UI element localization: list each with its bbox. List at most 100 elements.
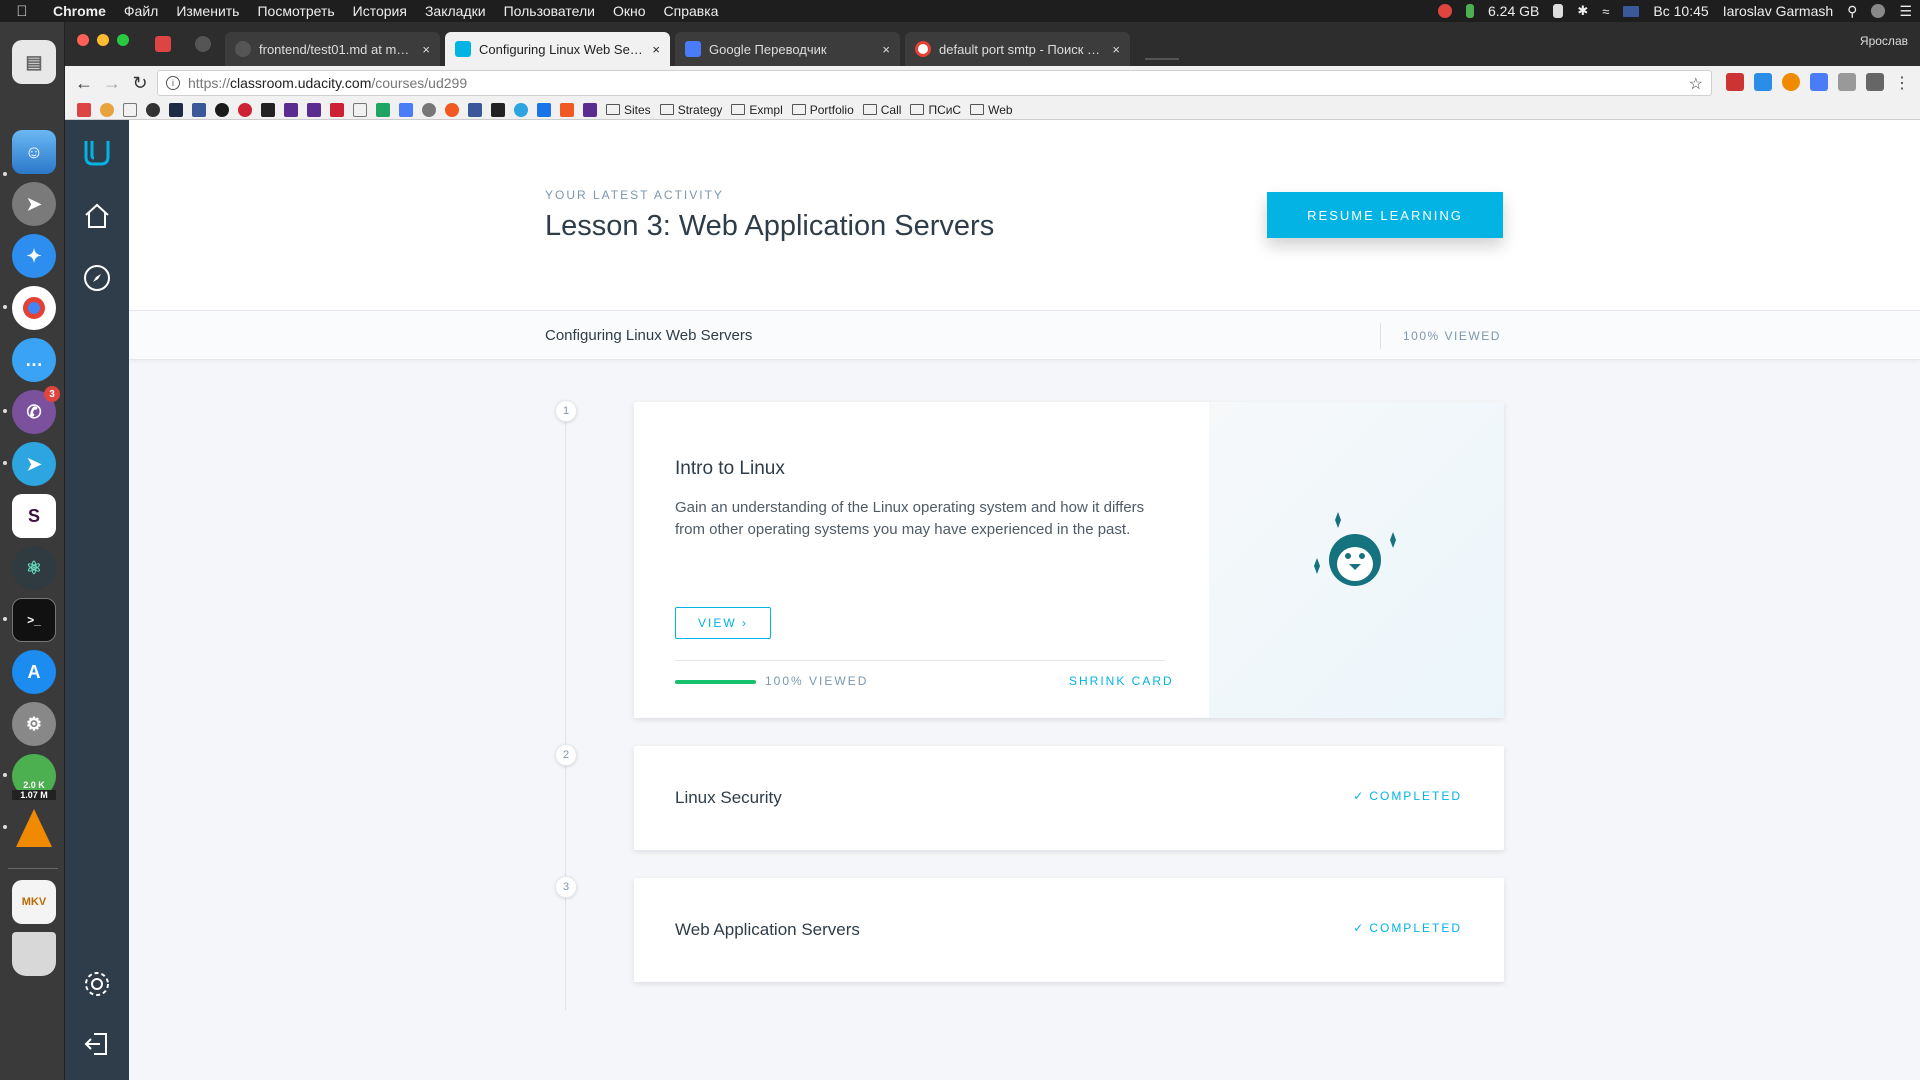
forward-arrow-icon[interactable]: → — [97, 68, 127, 98]
bookmark-icon[interactable] — [307, 102, 321, 117]
tab-google-translate[interactable]: Google Переводчик × — [675, 32, 900, 66]
google-drive-icon[interactable] — [376, 102, 390, 117]
translate-extension-icon[interactable] — [1810, 73, 1828, 91]
close-tab-icon[interactable]: × — [882, 42, 890, 57]
udacity-logo-icon[interactable] — [65, 120, 129, 184]
lesson-card[interactable]: Web Application Servers ✓ COMPLETED — [634, 878, 1504, 982]
menu-file[interactable]: Файл — [115, 3, 167, 19]
bookmark-icon[interactable] — [560, 102, 574, 117]
close-window-button[interactable] — [77, 34, 89, 46]
bookmark-folder-psis[interactable]: ПСиС — [910, 103, 961, 117]
bookmark-icon[interactable] — [261, 102, 275, 117]
minimize-window-button[interactable] — [97, 34, 109, 46]
bookmark-folder-strategy[interactable]: Strategy — [659, 103, 722, 117]
bookmark-folder-sites[interactable]: Sites — [606, 103, 651, 117]
wifi-icon[interactable]: ≈ — [1602, 4, 1609, 19]
github-pinned-tab-icon[interactable] — [195, 36, 211, 52]
site-info-icon[interactable]: i — [166, 76, 180, 90]
reload-icon[interactable]: ↻ — [125, 68, 155, 98]
telegram-icon[interactable]: ➤ — [12, 442, 56, 486]
address-bar[interactable]: i https://classroom.udacity.com/courses/… — [157, 70, 1712, 96]
settings-gear-icon[interactable] — [65, 952, 129, 1016]
notification-center-icon[interactable]: ☰ — [1899, 3, 1912, 20]
shrink-card-link[interactable]: SHRINK CARD — [1069, 674, 1174, 688]
viber-icon[interactable]: ✆ 3 — [12, 386, 60, 434]
finder-icon[interactable]: ☺ — [12, 130, 56, 174]
apple-bookmark-icon[interactable] — [422, 102, 436, 117]
vlc-icon[interactable] — [12, 806, 56, 850]
bookmark-icon[interactable] — [146, 102, 160, 117]
siri-icon[interactable] — [1871, 4, 1886, 18]
menu-history[interactable]: История — [344, 3, 416, 19]
bookmark-page-icon[interactable] — [123, 102, 137, 117]
chrome-icon[interactable] — [12, 286, 56, 330]
spotlight-icon[interactable]: ⚲ — [1847, 3, 1857, 20]
close-tab-icon[interactable]: × — [1112, 42, 1120, 57]
system-preferences-icon[interactable]: ⚙ — [12, 702, 56, 746]
tab-google-search[interactable]: default port smtp - Поиск в Google × — [905, 32, 1130, 66]
mkv-file-icon[interactable]: MKV — [12, 880, 56, 924]
back-arrow-icon[interactable]: ← — [69, 68, 99, 98]
bookmark-icon[interactable] — [284, 102, 298, 117]
new-tab-button[interactable] — [1145, 40, 1179, 60]
app-store-icon[interactable]: A — [12, 650, 56, 694]
logout-icon[interactable] — [65, 1012, 129, 1076]
viber-tray-icon[interactable] — [1438, 4, 1452, 18]
menu-app-name[interactable]: Chrome — [44, 3, 115, 19]
bluetooth-icon[interactable]: ✱ — [1577, 3, 1588, 19]
view-lesson-button[interactable]: VIEW › — [675, 607, 771, 639]
lesson-card[interactable]: Linux Security ✓ COMPLETED — [634, 746, 1504, 850]
mail-extension-icon[interactable] — [1838, 73, 1856, 91]
profile-name[interactable]: Ярослав — [1860, 34, 1908, 48]
bookmark-folder-web[interactable]: Web — [970, 103, 1013, 117]
resume-learning-button[interactable]: RESUME LEARNING — [1267, 192, 1503, 238]
trash-icon[interactable] — [12, 932, 56, 976]
hard-drive-icon[interactable]: ▤ — [12, 40, 56, 84]
tab-github[interactable]: frontend/test01.md at master × — [225, 32, 440, 66]
bookmark-icon[interactable] — [100, 102, 114, 117]
bookmark-icon[interactable] — [537, 102, 551, 117]
bookmark-k-icon[interactable] — [169, 102, 183, 117]
cpu-tray-icon[interactable] — [1466, 4, 1474, 18]
extension-icon[interactable] — [1782, 73, 1800, 91]
menu-bookmarks[interactable]: Закладки — [416, 3, 495, 19]
bookmark-folder-portfolio[interactable]: Portfolio — [791, 103, 854, 117]
extension-icon[interactable] — [1866, 73, 1884, 91]
menu-people[interactable]: Пользователи — [495, 3, 604, 19]
bookmark-icon[interactable] — [330, 102, 344, 117]
bookmark-icon[interactable] — [583, 102, 597, 117]
menu-edit[interactable]: Изменить — [167, 3, 248, 19]
bookmark-icon[interactable] — [215, 102, 229, 117]
home-icon[interactable] — [65, 184, 129, 248]
atom-icon[interactable]: ⚛ — [12, 546, 56, 590]
battery-tray-icon[interactable] — [1553, 4, 1564, 18]
memory-tray-label[interactable]: 6.24 GB — [1488, 3, 1539, 19]
gmail-pinned-tab-icon[interactable] — [155, 36, 171, 52]
explore-compass-icon[interactable] — [65, 246, 129, 310]
bookmark-icon[interactable] — [192, 102, 206, 117]
chrome-menu-icon[interactable]: ⋮ — [1894, 73, 1910, 93]
bookmark-icon[interactable] — [491, 102, 505, 117]
torrent-icon[interactable]: 2.0 K 1.07 M — [12, 754, 56, 800]
apple-menu-icon[interactable]:  — [0, 3, 44, 20]
launchpad-icon[interactable]: ➤ — [12, 182, 56, 226]
safari-icon[interactable]: ✦ — [12, 234, 56, 278]
menu-window[interactable]: Окно — [604, 3, 655, 19]
bookmark-folder-exmpl[interactable]: Exmpl — [731, 103, 783, 117]
us-flag-icon[interactable] — [1623, 5, 1640, 17]
menubar-clock[interactable]: Вс 10:45 — [1653, 3, 1708, 19]
bookmark-folder-call[interactable]: Call — [862, 103, 901, 117]
zoom-window-button[interactable] — [117, 34, 129, 46]
menubar-user[interactable]: Iaroslav Garmash — [1723, 3, 1833, 19]
bookmark-star-icon[interactable]: ☆ — [1689, 74, 1703, 94]
tab-udacity[interactable]: Configuring Linux Web Servers × — [445, 32, 670, 66]
bookmark-page-icon[interactable] — [353, 102, 367, 117]
messages-icon[interactable]: … — [12, 338, 56, 382]
menu-view[interactable]: Посмотреть — [248, 3, 343, 19]
close-tab-icon[interactable]: × — [652, 42, 660, 57]
terminal-icon[interactable]: >_ — [12, 598, 56, 642]
calendar-extension-icon[interactable] — [1726, 73, 1744, 91]
slack-icon[interactable]: S — [12, 494, 56, 538]
google-translate-bookmark-icon[interactable] — [399, 102, 413, 117]
menu-help[interactable]: Справка — [655, 3, 728, 19]
